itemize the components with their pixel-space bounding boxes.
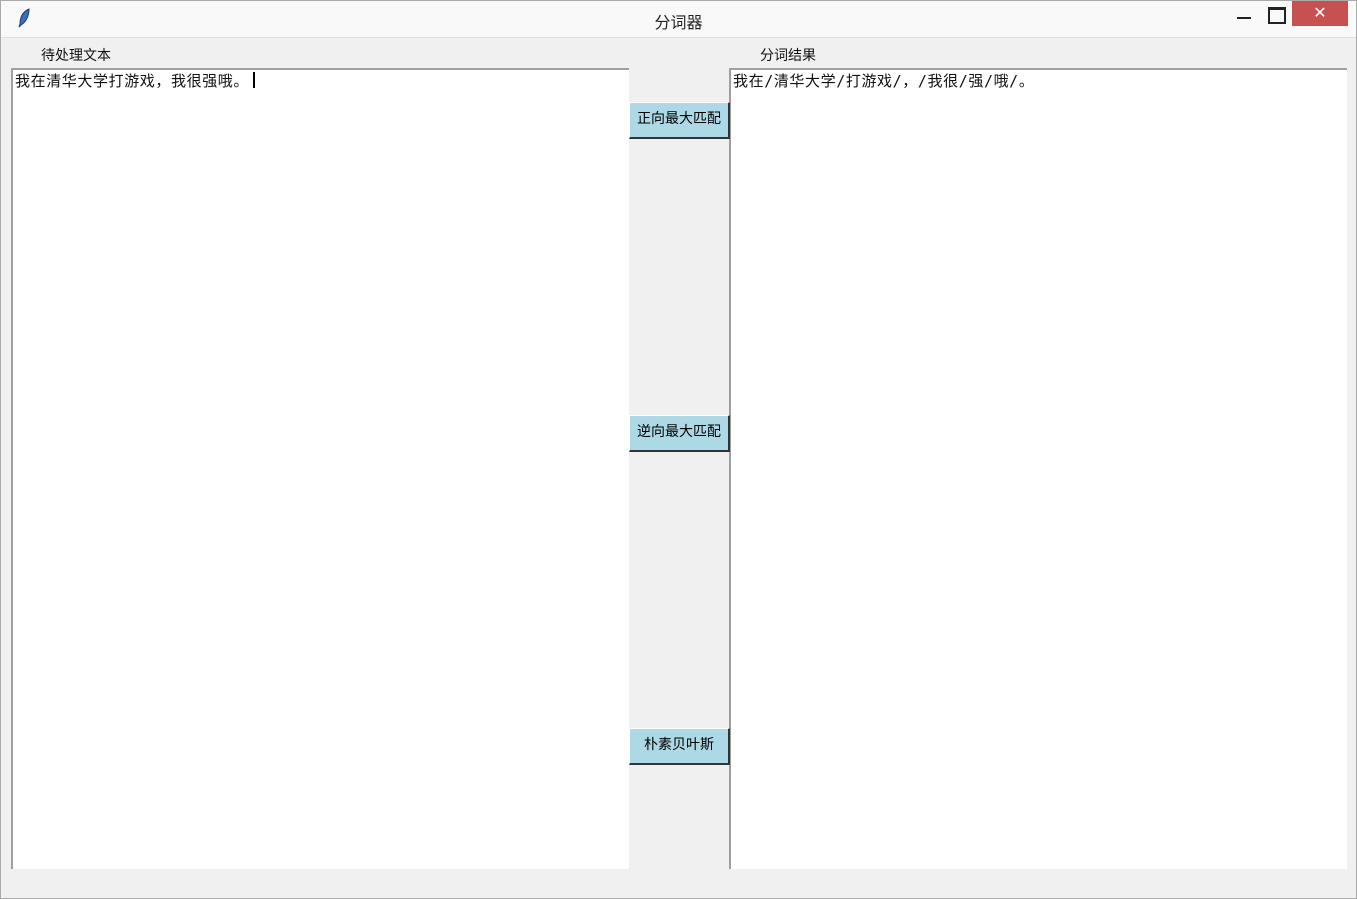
output-textarea[interactable]: 我在/清华大学/打游戏/，/我很/强/哦/。	[729, 68, 1347, 869]
backward-max-match-button[interactable]: 逆向最大匹配	[629, 415, 730, 452]
input-textarea[interactable]: 我在清华大学打游戏，我很强哦。	[11, 68, 629, 869]
minimize-button[interactable]	[1229, 1, 1259, 26]
output-text: 我在/清华大学/打游戏/，/我很/强/哦/。	[733, 72, 1035, 90]
maximize-button[interactable]	[1261, 1, 1291, 26]
output-label: 分词结果	[760, 48, 816, 64]
bottom-bar	[12, 869, 1347, 891]
input-text: 我在清华大学打游戏，我很强哦。	[15, 72, 250, 90]
naive-bayes-button[interactable]: 朴素贝叶斯	[629, 728, 730, 765]
text-cursor	[253, 72, 256, 88]
close-button[interactable]: ✕	[1292, 1, 1348, 26]
app-window: 分词器 ✕ 待处理文本 分词结果 我在清华大学打游戏，我很强哦。 我在/清华大学…	[0, 0, 1357, 899]
title-bar: 分词器 ✕	[1, 1, 1356, 38]
window-title: 分词器	[654, 13, 703, 32]
input-label: 待处理文本	[41, 48, 111, 64]
forward-max-match-button[interactable]: 正向最大匹配	[629, 102, 730, 139]
